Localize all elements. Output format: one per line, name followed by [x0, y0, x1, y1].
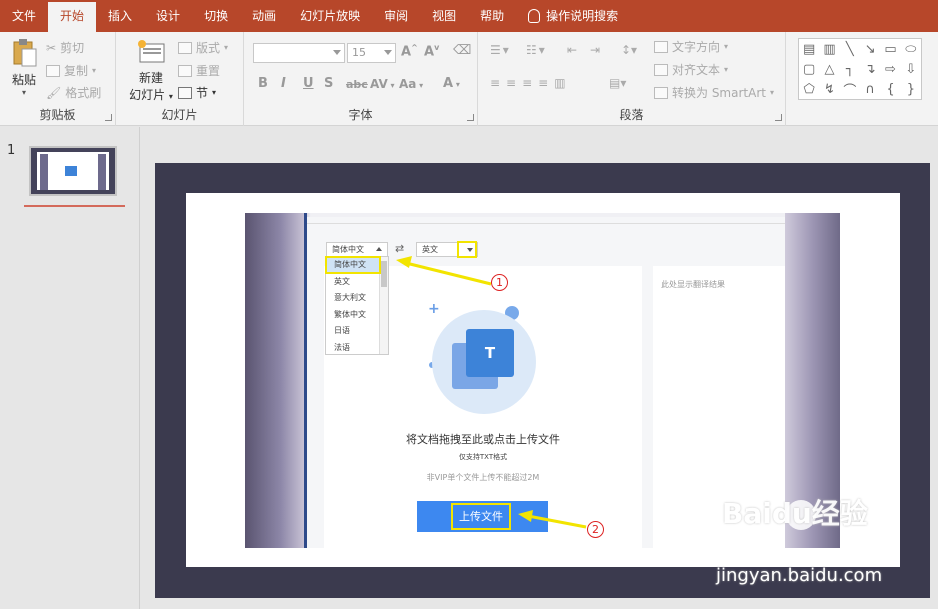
annotation-arrowhead-1 — [396, 256, 412, 268]
annotation-marker-2: 2 — [587, 521, 604, 538]
annotation-arrow-1 — [405, 261, 492, 286]
watermark-url: jingyan.baidu.com — [716, 565, 883, 586]
watermark-brand: Baidu经验 — [722, 497, 868, 530]
annotation-arrow-2 — [527, 514, 587, 529]
annotation-arrowhead-2 — [518, 510, 533, 522]
annotation-marker-1: 1 — [491, 274, 508, 291]
